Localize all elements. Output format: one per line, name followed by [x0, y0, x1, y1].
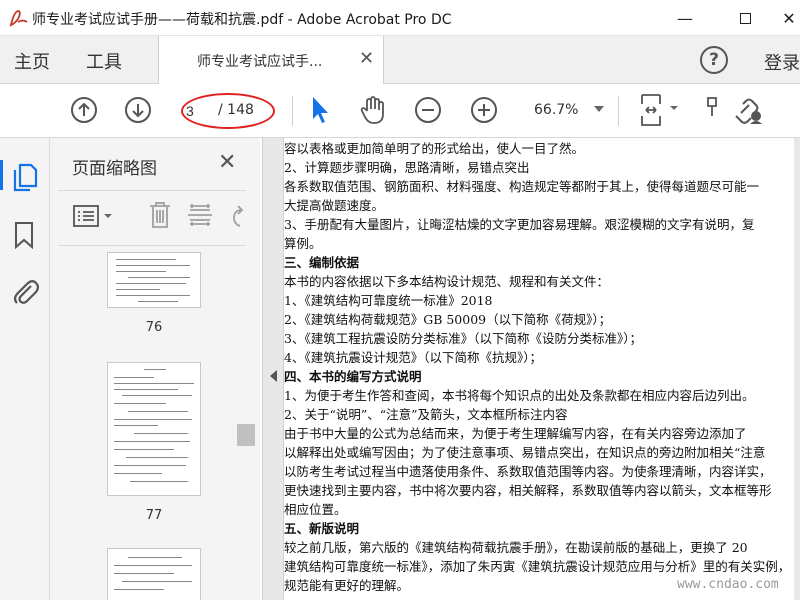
document-line: 规范能有更好的理解。	[284, 578, 410, 593]
collapse-arrow-icon[interactable]	[270, 370, 277, 382]
document-line: 容以表格或更加简单明了的形式给出，使人一目了然。	[284, 141, 585, 156]
attachment-icon[interactable]	[11, 276, 40, 310]
document-scrollbar[interactable]	[794, 138, 800, 600]
pane-divider	[58, 190, 246, 191]
link-icon[interactable]	[730, 94, 764, 130]
thumbnails-pane-title: 页面缩略图	[72, 159, 157, 179]
thumbnails-icon[interactable]	[12, 160, 38, 196]
document-line: 3、手册配有大量图片，让晦涩枯燥的文字更加容易理解。艰涩模糊的文字有说明，复	[284, 217, 755, 232]
hand-icon[interactable]	[358, 94, 388, 130]
options-icon[interactable]	[72, 203, 116, 233]
document-line: 由于书中大量的公式为总结而来，为便于考生理解编写内容，在有关内容旁边添加了	[284, 426, 747, 441]
watermark: www.cndao.com	[677, 577, 779, 592]
crop-icon[interactable]	[186, 200, 214, 234]
navigation-rail	[0, 138, 50, 600]
login-button[interactable]: 登录	[764, 49, 800, 75]
section-heading: 四、本书的编写方式说明	[284, 369, 422, 384]
pane-divider	[58, 245, 246, 246]
thumbnail-page-number: 76	[145, 320, 163, 335]
minimize-button[interactable]: —	[662, 4, 708, 32]
rail-active-indicator	[0, 160, 3, 190]
delete-icon[interactable]	[147, 200, 173, 234]
close-window-button[interactable]: ✕	[766, 4, 800, 32]
app-logo-icon	[8, 8, 30, 28]
cursor-icon[interactable]	[308, 94, 332, 130]
document-line: 更快速找到主要内容，书中将次要内容，相关解释，系数取值等内容以箭头，文本框等形	[284, 483, 772, 498]
pane-collapse-strip[interactable]	[262, 138, 284, 600]
document-tab[interactable]: 师专业考试应试手... ✕	[158, 36, 384, 84]
document-line: 1、《建筑结构可靠度统一标准》2018	[284, 293, 493, 308]
page-thumbnail[interactable]	[107, 548, 201, 600]
menu-home[interactable]: 主页	[14, 48, 50, 74]
fit-page-icon[interactable]	[638, 92, 682, 132]
annotation-circle	[181, 93, 275, 129]
maximize-button[interactable]	[722, 4, 768, 32]
window-title: 师专业考试应试手册——荷载和抗震.pdf - Adobe Acrobat Pro…	[32, 12, 452, 28]
document-line: 以防考生考试过程当中遗落使用条件、系数取值范围等内容。为使条理清晰，内容详实，	[284, 464, 772, 479]
document-line: 2、关于“说明”、“注意”及箭头，文本框所标注内容	[284, 407, 568, 422]
zoom-out-icon[interactable]	[414, 96, 442, 128]
document-line: 3、《建筑工程抗震设防分类标准》（以下简称《设防分类标准》）；	[284, 331, 642, 346]
document-line: 大提高做题速度。	[284, 198, 385, 213]
document-line: 2、《建筑结构荷载规范》GB 50009（以下简称《荷规》）；	[284, 312, 612, 327]
document-line: 建筑结构可靠度统一标准》，添加了朱丙寅《建筑抗震设计规范应用与分析》里的有关实例…	[284, 559, 791, 574]
section-heading: 五、新版说明	[284, 521, 360, 536]
document-line: 以解释出处或编写因由；为了使注意事项、易错点突出，在知识点的旁边附加相关“注意	[284, 445, 766, 460]
document-line: 较之前几版，第六版的《建筑结构荷载抗震手册》，在勘误前版的基础上，更换了 20	[284, 540, 748, 555]
page-thumbnail[interactable]	[107, 252, 201, 308]
document-line: 各系数取值范围、钢筋面积、材料强度、构造规定等都附于其上，使得每道题尽可能一	[284, 179, 760, 194]
thumbnails-scroll-thumb[interactable]	[237, 424, 255, 446]
up-arrow-icon[interactable]	[70, 96, 98, 128]
help-icon[interactable]: ?	[700, 46, 728, 74]
rotate-icon[interactable]	[228, 202, 248, 234]
sign-icon[interactable]	[704, 94, 724, 128]
bookmark-icon[interactable]	[13, 220, 35, 254]
section-heading: 三、编制依据	[284, 255, 360, 270]
toolbar-separator	[618, 96, 619, 126]
page-thumbnail[interactable]	[107, 362, 201, 496]
toolbar-separator	[292, 96, 293, 126]
document-tab-close-icon[interactable]: ✕	[359, 48, 374, 69]
document-page: 容以表格或更加简单明了的形式给出，使人一目了然。 2、计算题步骤明确，思路清晰，…	[284, 138, 794, 600]
menu-tools[interactable]: 工具	[86, 48, 122, 74]
document-line: 算例。	[284, 236, 322, 251]
pane-close-icon[interactable]: ✕	[218, 150, 236, 175]
document-line: 本书的内容依据以下多本结构设计规范、规程和有关文件：	[284, 274, 610, 289]
document-line: 2、计算题步骤明确，思路清晰，易错点突出	[284, 160, 530, 175]
thumbnail-page-number: 77	[145, 508, 163, 523]
down-arrow-icon[interactable]	[124, 96, 152, 128]
zoom-dropdown-icon[interactable]	[594, 106, 604, 112]
document-line: 相应位置。	[284, 502, 347, 517]
document-tab-label: 师专业考试应试手...	[197, 54, 323, 70]
document-line: 4、《建筑抗震设计规范》（以下简称《抗规》）；	[284, 350, 542, 365]
zoom-level[interactable]: 66.7%	[534, 102, 578, 118]
document-line: 1、为便于考生作答和查阅，本书将每个知识点的出处及条款都在相应内容后边列出。	[284, 388, 755, 403]
zoom-in-icon[interactable]	[470, 96, 498, 128]
